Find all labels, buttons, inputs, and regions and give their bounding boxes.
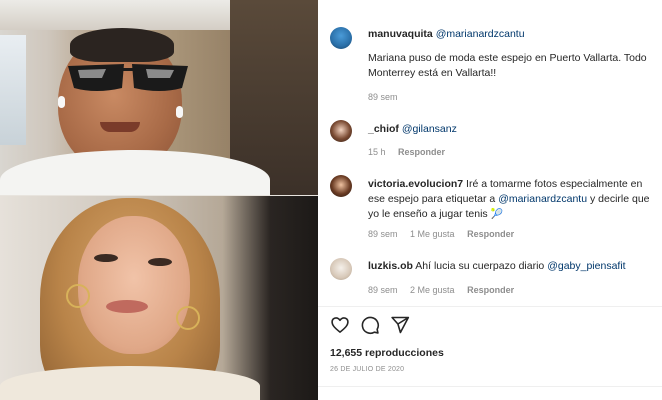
video-pane-bottom	[0, 196, 318, 400]
comment-meta: 89 sem 1 Me gusta Responder	[368, 229, 524, 239]
send-icon[interactable]	[390, 315, 410, 335]
comment-2: victoria.evolucion7 Iré a tomarme fotos …	[368, 177, 660, 222]
post-date: 26 DE JULIO DE 2020	[330, 366, 405, 373]
comment-meta: 89 sem 2 Me gusta Responder	[368, 285, 524, 295]
reply-button[interactable]: Responder	[467, 229, 514, 239]
comment-mention[interactable]: @gilansanz	[402, 123, 457, 135]
comment-mention[interactable]: @gaby_piensafit	[547, 260, 625, 272]
post-author[interactable]: manuvaquita @marianardzcantu	[368, 28, 525, 40]
earring	[176, 306, 200, 330]
author-mention[interactable]: @marianardzcantu	[436, 28, 525, 40]
author-username[interactable]: manuvaquita	[368, 28, 433, 40]
post-caption: Mariana puso de moda este espejo en Puer…	[368, 52, 647, 79]
author-avatar[interactable]	[330, 27, 352, 49]
comment-text: Ahí lucia su cuerpazo diario	[415, 260, 545, 272]
comment-age: 89 sem	[368, 229, 398, 239]
woman-face	[78, 216, 190, 354]
commenter-avatar[interactable]	[330, 120, 352, 142]
comment-mention[interactable]: @marianardzcantu	[498, 193, 587, 205]
heart-icon[interactable]	[330, 315, 350, 335]
comment-icon[interactable]	[360, 315, 380, 335]
comment-age: 15 h	[368, 147, 386, 157]
comment-meta: 15 h Responder	[368, 147, 455, 157]
comment-username[interactable]: _chiof	[368, 123, 399, 135]
comment-username[interactable]: luzkis.ob	[368, 260, 413, 272]
earbud	[58, 96, 65, 108]
comment-age: 89 sem	[368, 285, 398, 295]
comment-likes[interactable]: 2 Me gusta	[410, 285, 455, 295]
comments-panel: manuvaquita @marianardzcantu Mariana pus…	[318, 0, 662, 400]
earring	[66, 284, 90, 308]
video-player[interactable]	[0, 0, 318, 400]
divider	[318, 386, 662, 387]
sunglasses	[68, 64, 188, 91]
commenter-avatar[interactable]	[330, 175, 352, 197]
views-count[interactable]: 12,655 reproducciones	[330, 347, 444, 359]
window	[0, 35, 26, 145]
commenter-avatar[interactable]	[330, 258, 352, 280]
comment-likes[interactable]: 1 Me gusta	[410, 229, 455, 239]
comment-1: _chiof @gilansanz	[368, 123, 457, 135]
tennis-emoji: 🎾	[490, 209, 504, 220]
caption-age: 89 sem	[368, 92, 398, 102]
comment-3: luzkis.ob Ahí lucia su cuerpazo diario @…	[368, 259, 660, 274]
divider	[318, 306, 662, 307]
reply-button[interactable]: Responder	[398, 147, 445, 157]
reply-button[interactable]: Responder	[467, 285, 514, 295]
earbud	[176, 106, 183, 118]
comment-username[interactable]: victoria.evolucion7	[368, 178, 463, 190]
video-pane-top	[0, 0, 318, 196]
